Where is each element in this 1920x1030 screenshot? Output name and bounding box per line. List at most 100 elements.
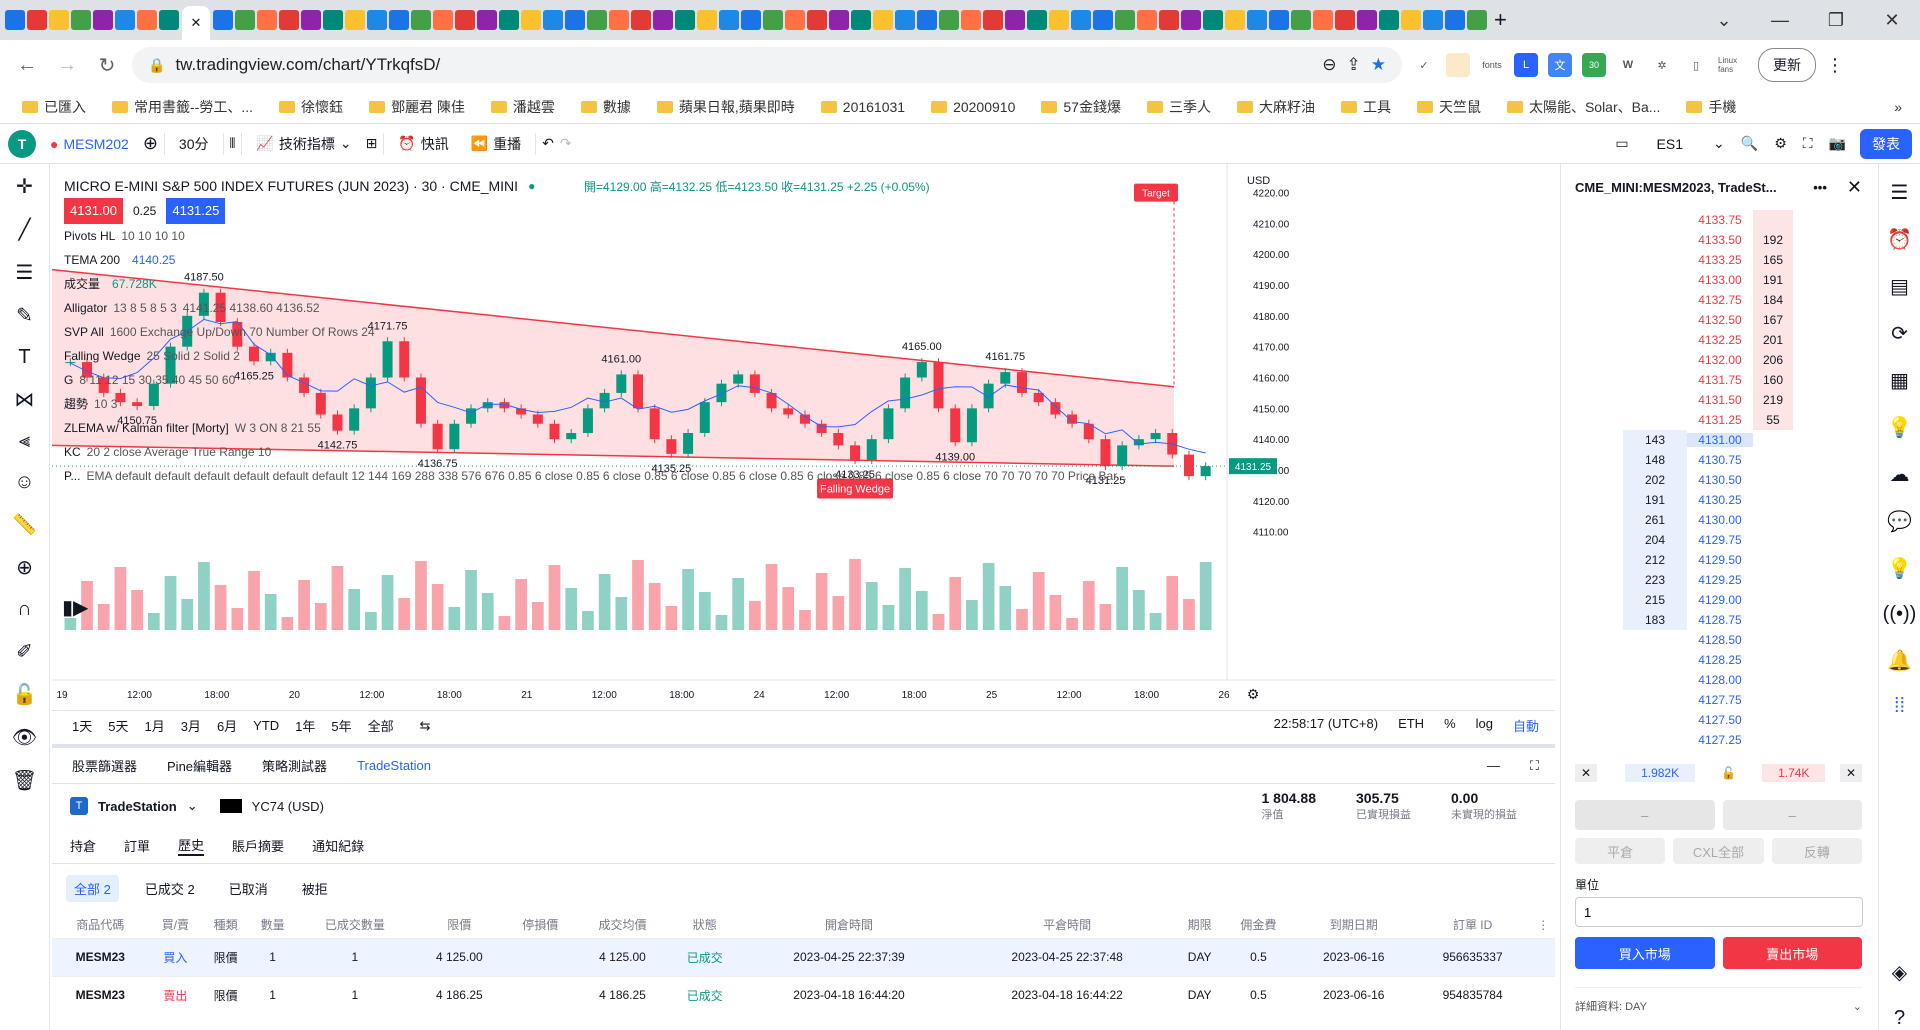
update-button[interactable]: 更新 bbox=[1758, 48, 1816, 82]
dom-ask-size[interactable]: 206 bbox=[1753, 350, 1793, 370]
bookmark-item[interactable]: 20200910 bbox=[921, 99, 1025, 115]
tab-favicon[interactable] bbox=[719, 10, 739, 30]
dom-row[interactable]: 183 4128.75 bbox=[1623, 610, 1876, 630]
dom-row[interactable]: 4133.00 191 bbox=[1623, 270, 1876, 290]
tab-favicon[interactable] bbox=[1159, 10, 1179, 30]
eye-icon[interactable]: 👁 bbox=[12, 725, 37, 750]
column-header[interactable]: 到期日期 bbox=[1294, 912, 1414, 938]
active-tab[interactable]: ✕ bbox=[182, 6, 210, 40]
range-button[interactable]: 1天 bbox=[72, 716, 92, 735]
auto-button[interactable]: 自動 bbox=[1513, 716, 1539, 735]
tab-favicon[interactable] bbox=[1313, 10, 1333, 30]
dom-ask-size[interactable]: 165 bbox=[1753, 250, 1793, 270]
dom-row[interactable]: 4127.25 bbox=[1623, 730, 1876, 750]
pattern-icon[interactable]: ⋈ bbox=[15, 387, 35, 412]
notifications-icon[interactable]: 🔔 bbox=[1887, 648, 1912, 673]
dom-row[interactable]: 148 4130.75 bbox=[1623, 450, 1876, 470]
tab-favicon[interactable] bbox=[1291, 10, 1311, 30]
dom-bid-size[interactable]: 212 bbox=[1623, 550, 1687, 570]
tab-favicon[interactable] bbox=[675, 10, 695, 30]
currency-label[interactable]: USD bbox=[1247, 175, 1270, 187]
column-header[interactable]: 平倉時間 bbox=[958, 912, 1176, 938]
lock-drawings-icon[interactable]: ✐ bbox=[16, 639, 33, 664]
account-subtab[interactable]: 訂單 bbox=[124, 836, 150, 855]
tab-favicon[interactable] bbox=[411, 10, 431, 30]
zoom-in-icon[interactable]: ⊕ bbox=[16, 555, 33, 580]
indicator-row[interactable]: Alligator 13 8 5 8 5 3 4141.25 4138.60 413… bbox=[64, 296, 1133, 320]
badge-extension-icon[interactable]: 30 bbox=[1582, 53, 1606, 77]
indicators-button[interactable]: 📈 技術指標 ⌄ bbox=[248, 130, 359, 158]
tab-favicon[interactable] bbox=[1423, 10, 1443, 30]
replay-button[interactable]: ⏪ 重播 bbox=[463, 130, 529, 158]
tab-favicon[interactable] bbox=[137, 10, 157, 30]
dom-ask-size[interactable]: 55 bbox=[1753, 410, 1793, 430]
reload-icon[interactable]: ↻ bbox=[92, 53, 122, 78]
cancel-asks-icon[interactable]: ✕ bbox=[1839, 764, 1862, 782]
tab-favicon[interactable] bbox=[785, 10, 805, 30]
bookmark-star-icon[interactable]: ★ bbox=[1371, 55, 1386, 75]
dom-row[interactable]: 215 4129.00 bbox=[1623, 590, 1876, 610]
tab-favicon[interactable] bbox=[323, 10, 343, 30]
flatten-button[interactable]: 平倉 bbox=[1575, 838, 1666, 864]
tab-favicon[interactable] bbox=[653, 10, 673, 30]
more-icon[interactable]: ••• bbox=[1813, 180, 1827, 195]
dom-row[interactable]: 4133.75 bbox=[1623, 210, 1876, 230]
indicator-row[interactable]: G 8 11 12 15 30 35 40 45 50 60 bbox=[64, 368, 1133, 392]
data-window-icon[interactable]: ▤ bbox=[1890, 274, 1909, 299]
new-tab-icon[interactable]: + bbox=[1494, 7, 1507, 33]
range-button[interactable]: 1年 bbox=[295, 716, 315, 735]
bookmark-item[interactable]: 手機 bbox=[1676, 97, 1746, 117]
dom-bid-size[interactable]: 223 bbox=[1623, 570, 1687, 590]
close-tab-icon[interactable]: ✕ bbox=[191, 15, 202, 31]
dom-bid-size[interactable]: 261 bbox=[1623, 510, 1687, 530]
buy-limit-slot[interactable]: – bbox=[1722, 800, 1862, 830]
bottom-tab[interactable]: Pine編輯器 bbox=[167, 756, 232, 775]
lock-icon[interactable]: 🔒 bbox=[148, 57, 165, 74]
date-range-icon[interactable]: ⇆ bbox=[420, 718, 431, 734]
tab-favicon[interactable] bbox=[609, 10, 629, 30]
watchlist-icon[interactable]: ☰ bbox=[1891, 180, 1909, 205]
tab-favicon[interactable] bbox=[1335, 10, 1355, 30]
l-extension-icon[interactable]: L bbox=[1514, 53, 1538, 77]
column-header[interactable]: 停損價 bbox=[505, 912, 575, 938]
tab-favicon[interactable] bbox=[1379, 10, 1399, 30]
history-filter[interactable]: 被拒 bbox=[294, 875, 336, 902]
dom-row[interactable]: 4132.25 201 bbox=[1623, 330, 1876, 350]
tab-favicon[interactable] bbox=[1115, 10, 1135, 30]
minimize-panel-icon[interactable]: — bbox=[1487, 758, 1500, 773]
dom-bid-size[interactable]: 215 bbox=[1623, 590, 1687, 610]
column-header[interactable]: 期限 bbox=[1176, 912, 1223, 938]
dom-row[interactable]: 4131.25 55 bbox=[1623, 410, 1876, 430]
tab-favicon[interactable] bbox=[1049, 10, 1069, 30]
account-subtab[interactable]: 持倉 bbox=[70, 836, 96, 855]
tab-favicon[interactable] bbox=[279, 10, 299, 30]
minimize-icon[interactable]: — bbox=[1752, 10, 1808, 31]
dom-bid-size[interactable]: 202 bbox=[1623, 470, 1687, 490]
tab-favicon[interactable] bbox=[873, 10, 893, 30]
forward-icon[interactable]: → bbox=[52, 54, 82, 77]
gear-icon[interactable]: ⚙ bbox=[1774, 135, 1787, 152]
bookmark-item[interactable]: 三季人 bbox=[1137, 97, 1221, 117]
column-header[interactable]: 訂單 ID bbox=[1414, 912, 1532, 938]
buy-market-button[interactable]: 買入市場 bbox=[1575, 937, 1715, 969]
dom-row[interactable]: 261 4130.00 bbox=[1623, 510, 1876, 530]
tab-favicon[interactable] bbox=[851, 10, 871, 30]
tab-favicon[interactable] bbox=[477, 10, 497, 30]
bottom-tab[interactable]: 策略測試器 bbox=[262, 756, 327, 775]
tab-favicon[interactable] bbox=[1071, 10, 1091, 30]
column-header[interactable]: 開倉時間 bbox=[740, 912, 958, 938]
tab-favicon[interactable] bbox=[1181, 10, 1201, 30]
layout-rectangle-icon[interactable]: ▭ bbox=[1615, 135, 1628, 152]
reverse-button[interactable]: 反轉 bbox=[1771, 838, 1862, 864]
bookmark-item[interactable]: 數據 bbox=[571, 97, 641, 117]
dom-row[interactable]: 4133.25 165 bbox=[1623, 250, 1876, 270]
layout-grid-icon[interactable]: ⊞ bbox=[366, 135, 378, 152]
tab-favicon[interactable] bbox=[565, 10, 585, 30]
magnet-icon[interactable]: ∩ bbox=[17, 598, 31, 621]
dom-bid-size[interactable]: 191 bbox=[1623, 490, 1687, 510]
chart-settings-icon[interactable]: ⚙ bbox=[1247, 686, 1260, 702]
range-button[interactable]: YTD bbox=[253, 718, 279, 733]
camera-icon[interactable]: 📷 bbox=[1829, 135, 1846, 152]
check-extension-icon[interactable]: ✓ bbox=[1412, 53, 1436, 77]
bookmark-item[interactable]: 工具 bbox=[1331, 97, 1401, 117]
